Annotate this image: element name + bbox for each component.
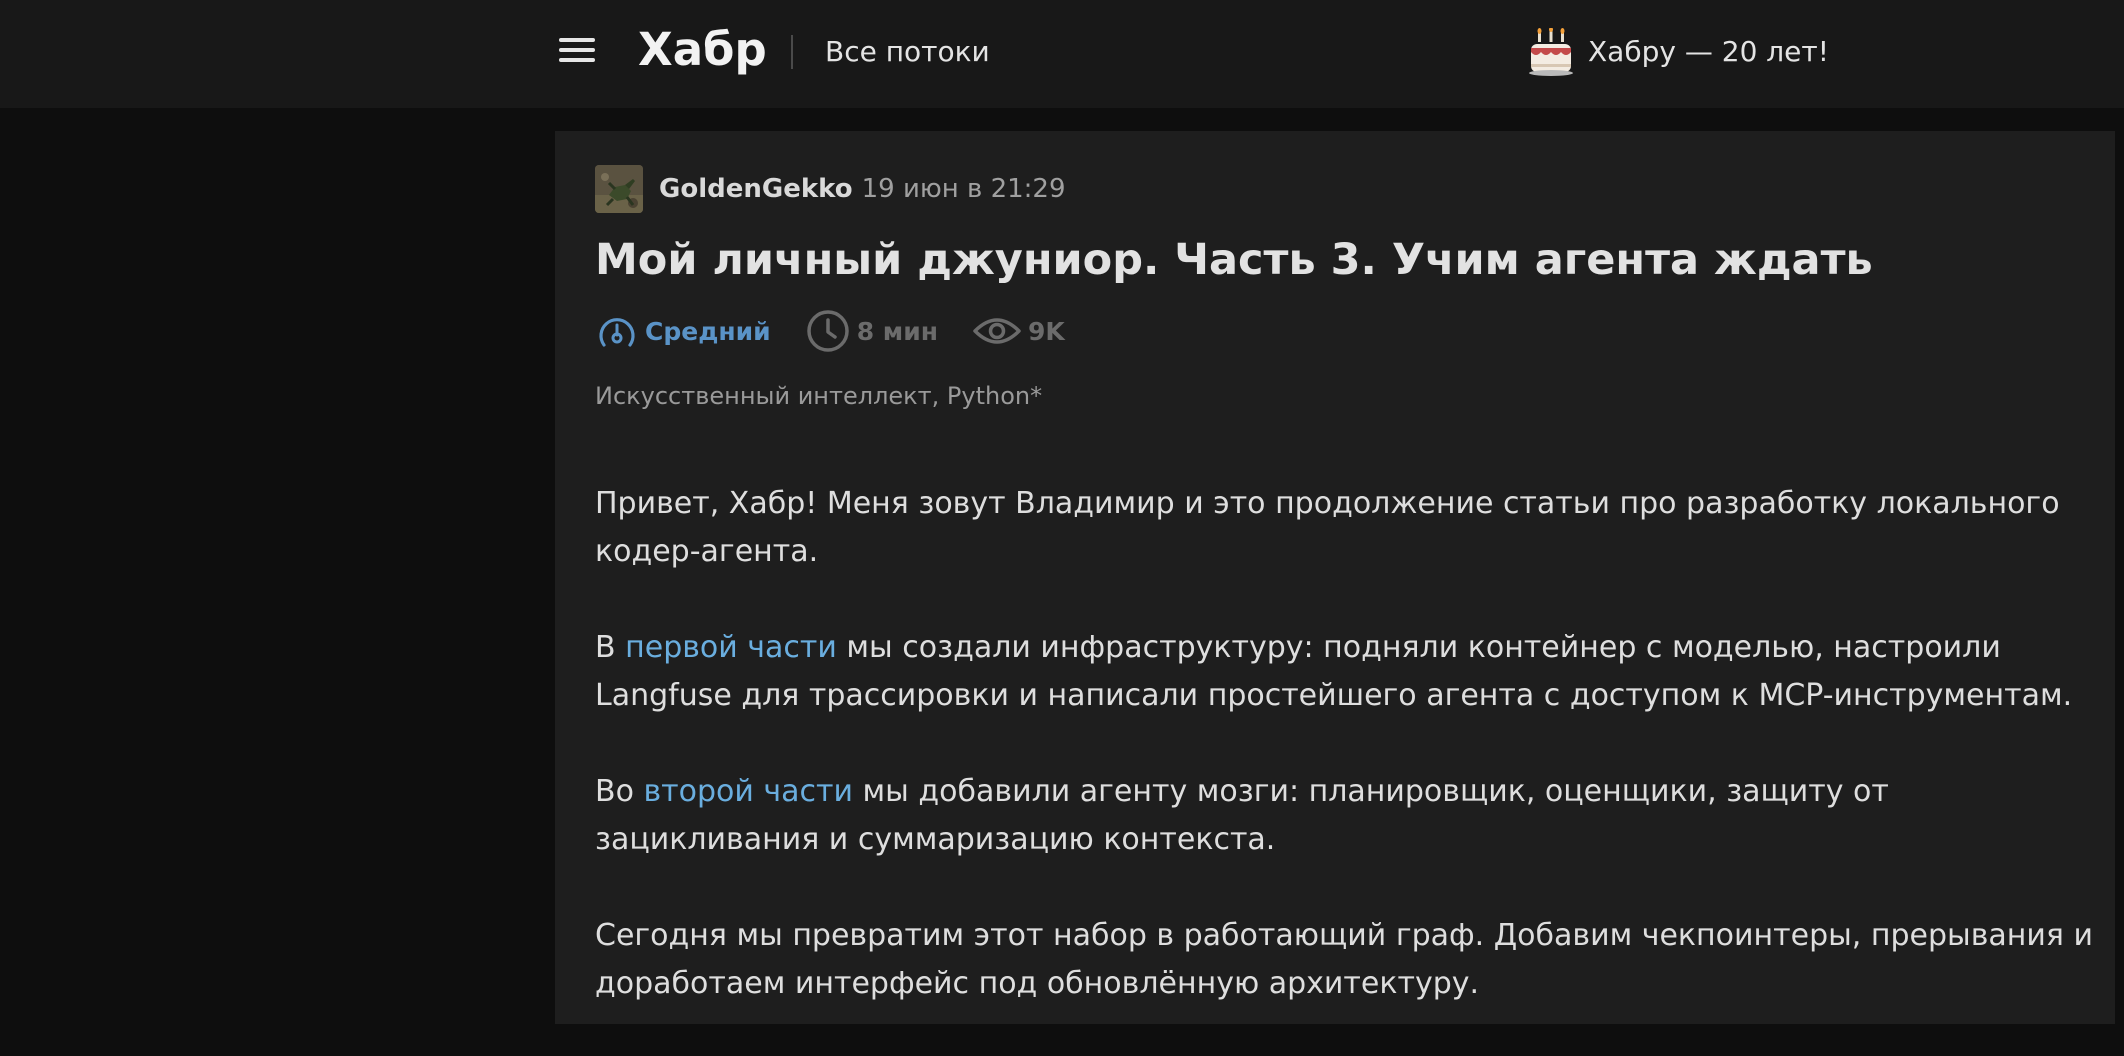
complexity-level: Средний — [595, 311, 771, 351]
article-meta: GoldenGekko 19 июн в 21:29 — [595, 165, 1066, 213]
article-body: Привет, Хабр! Меня зовут Владимир и это … — [595, 480, 2095, 1056]
second-part-link[interactable]: второй части — [643, 774, 853, 809]
views-value: 9K — [1028, 316, 1065, 346]
paragraph-text: Во — [595, 774, 644, 809]
paragraph-part-two: Во второй части мы добавили агенту мозги… — [595, 768, 2095, 864]
complexity-label: Средний — [645, 316, 771, 346]
menu-line — [559, 48, 595, 52]
anniversary-link[interactable]: Хабру — 20 лет! — [1528, 26, 1829, 78]
logo-divider — [791, 35, 793, 69]
author-name[interactable]: GoldenGekko — [659, 174, 853, 204]
menu-line — [559, 58, 595, 62]
site-logo[interactable]: Хабр — [638, 22, 767, 78]
article-card: GoldenGekko 19 июн в 21:29 Мой личный дж… — [555, 131, 2115, 1024]
article-stats: Средний 8 мин 9K — [595, 307, 1099, 355]
views-count: 9K — [972, 311, 1065, 351]
author-avatar[interactable] — [595, 165, 643, 213]
clock-icon — [806, 310, 849, 352]
article-hubs[interactable]: Искусственный интеллект, Python* — [595, 379, 1042, 413]
top-header: Хабр Все потоки Хабру — 20 лет! — [0, 0, 2124, 108]
reading-time-value: 8 мин — [856, 316, 939, 346]
hamburger-menu-icon[interactable] — [557, 35, 597, 65]
gecko-avatar-image — [595, 165, 643, 213]
complexity-gauge-icon — [599, 318, 635, 347]
paragraph-intro: Привет, Хабр! Меня зовут Владимир и это … — [595, 486, 2060, 569]
publish-date: 19 июн в 21:29 — [861, 174, 1066, 204]
paragraph-today: Сегодня мы превратим этот набор в работа… — [595, 918, 2093, 1001]
first-part-link[interactable]: первой части — [625, 630, 837, 665]
anniversary-text: Хабру — 20 лет! — [1588, 35, 1829, 68]
all-streams-link[interactable]: Все потоки — [825, 35, 990, 69]
paragraph-part-one: В первой части мы создали инфраструктуру… — [595, 624, 2095, 720]
paragraph-text: В — [595, 630, 626, 665]
birthday-cake-icon — [1529, 28, 1573, 76]
eye-icon — [973, 318, 1021, 344]
reading-time: 8 мин — [805, 308, 938, 354]
menu-line — [559, 38, 595, 42]
article-title[interactable]: Мой личный джуниор. Часть 3. Учим агента… — [595, 231, 2075, 289]
